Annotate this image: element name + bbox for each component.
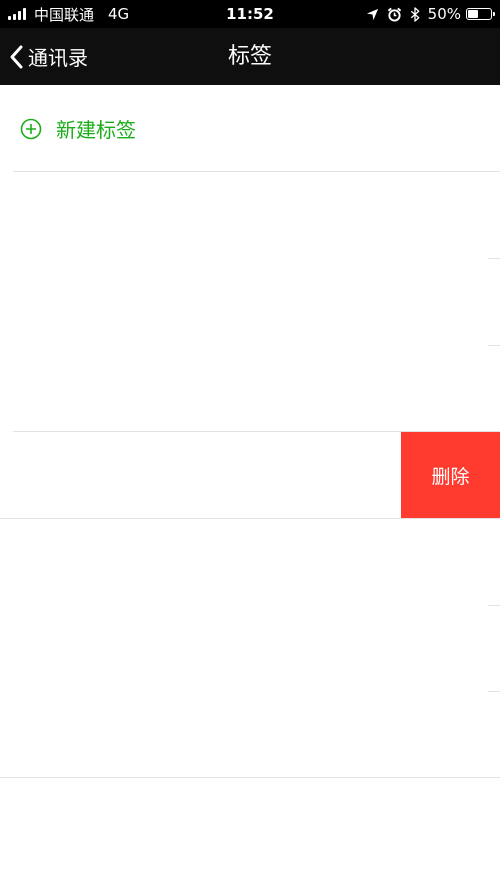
list-item[interactable] (0, 172, 500, 258)
battery-percent: 50% (427, 5, 461, 23)
list-item[interactable] (0, 692, 500, 777)
list-item[interactable] (0, 346, 500, 431)
status-bar: 中国联通 4G 11:52 50% (0, 0, 500, 28)
delete-button[interactable]: 删除 (401, 432, 500, 518)
page-title: 标签 (227, 44, 272, 69)
location-icon (366, 8, 379, 21)
divider (488, 345, 500, 346)
battery-cap (493, 12, 495, 16)
plus-circle-icon (20, 118, 42, 140)
divider (488, 691, 500, 692)
list-item[interactable] (0, 259, 500, 345)
new-tag-button[interactable]: 新建标签 (0, 85, 500, 172)
divider (488, 258, 500, 259)
list-item[interactable] (0, 606, 500, 691)
new-tag-label: 新建标签 (56, 118, 136, 142)
divider (13, 171, 500, 172)
divider (0, 777, 500, 778)
battery-icon (466, 8, 495, 20)
list-item[interactable] (0, 432, 401, 518)
bluetooth-icon (410, 6, 420, 22)
divider (0, 518, 500, 519)
battery-fill (468, 10, 478, 18)
list-item[interactable] (0, 519, 500, 605)
nav-bar: 通讯录 标签 (0, 28, 500, 85)
status-right: 50% (366, 4, 495, 24)
divider (488, 605, 500, 606)
alarm-icon (387, 7, 402, 22)
